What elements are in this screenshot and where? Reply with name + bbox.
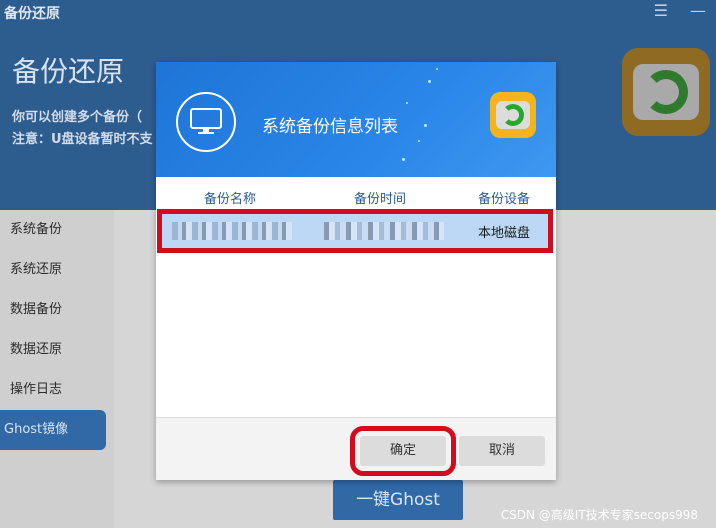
- minimize-icon[interactable]: —: [690, 2, 706, 20]
- app-logo-icon: [622, 48, 710, 136]
- sidebar-item-ghost-image[interactable]: Ghost镜像: [0, 410, 106, 450]
- backup-name-cell-blurred: [172, 222, 292, 240]
- backup-info-dialog: 系统备份信息列表 备份名称 备份时间 备份设备 本地磁盘 确定 取消: [156, 62, 556, 480]
- dialog-footer: 确定 取消: [156, 418, 556, 480]
- window-controls: ☰ —: [654, 2, 706, 20]
- table-header: 备份名称 备份时间 备份设备: [156, 180, 556, 210]
- table-row[interactable]: 本地磁盘: [157, 209, 553, 253]
- sidebar: 系统备份 系统还原 数据备份 数据还原 操作日志 Ghost镜像: [0, 210, 114, 528]
- menu-icon[interactable]: ☰: [654, 2, 668, 20]
- sidebar-item-data-restore[interactable]: 数据还原: [0, 330, 114, 370]
- sidebar-item-system-restore[interactable]: 系统还原: [0, 250, 114, 290]
- watermark: CSDN @高级IT技术专家secops998: [500, 508, 698, 522]
- column-header-backup-time: 备份时间: [354, 192, 407, 207]
- header-note: 注意：U盘设备暂时不支: [12, 132, 153, 147]
- confirm-button[interactable]: 确定: [350, 426, 456, 476]
- sidebar-item-operation-log[interactable]: 操作日志: [0, 370, 114, 410]
- page-title: 备份还原: [12, 55, 125, 88]
- column-header-backup-name: 备份名称: [204, 192, 257, 207]
- header-description: 你可以创建多个备份（: [12, 110, 143, 125]
- column-header-backup-device: 备份设备: [478, 192, 531, 207]
- backup-device-cell: 本地磁盘: [478, 226, 531, 241]
- dialog-header: 系统备份信息列表: [156, 62, 556, 177]
- cancel-button[interactable]: 取消: [459, 436, 545, 466]
- dialog-title: 系统备份信息列表: [262, 117, 398, 137]
- monitor-icon: [176, 92, 236, 152]
- sidebar-item-system-backup[interactable]: 系统备份: [0, 210, 114, 250]
- window-title: 备份还原: [4, 6, 60, 22]
- titlebar: 备份还原 ☰ —: [0, 0, 716, 24]
- one-click-ghost-button[interactable]: 一键Ghost: [333, 480, 463, 520]
- backup-time-cell-blurred: [324, 222, 444, 240]
- backup-restore-icon: [490, 92, 536, 138]
- sidebar-item-data-backup[interactable]: 数据备份: [0, 290, 114, 330]
